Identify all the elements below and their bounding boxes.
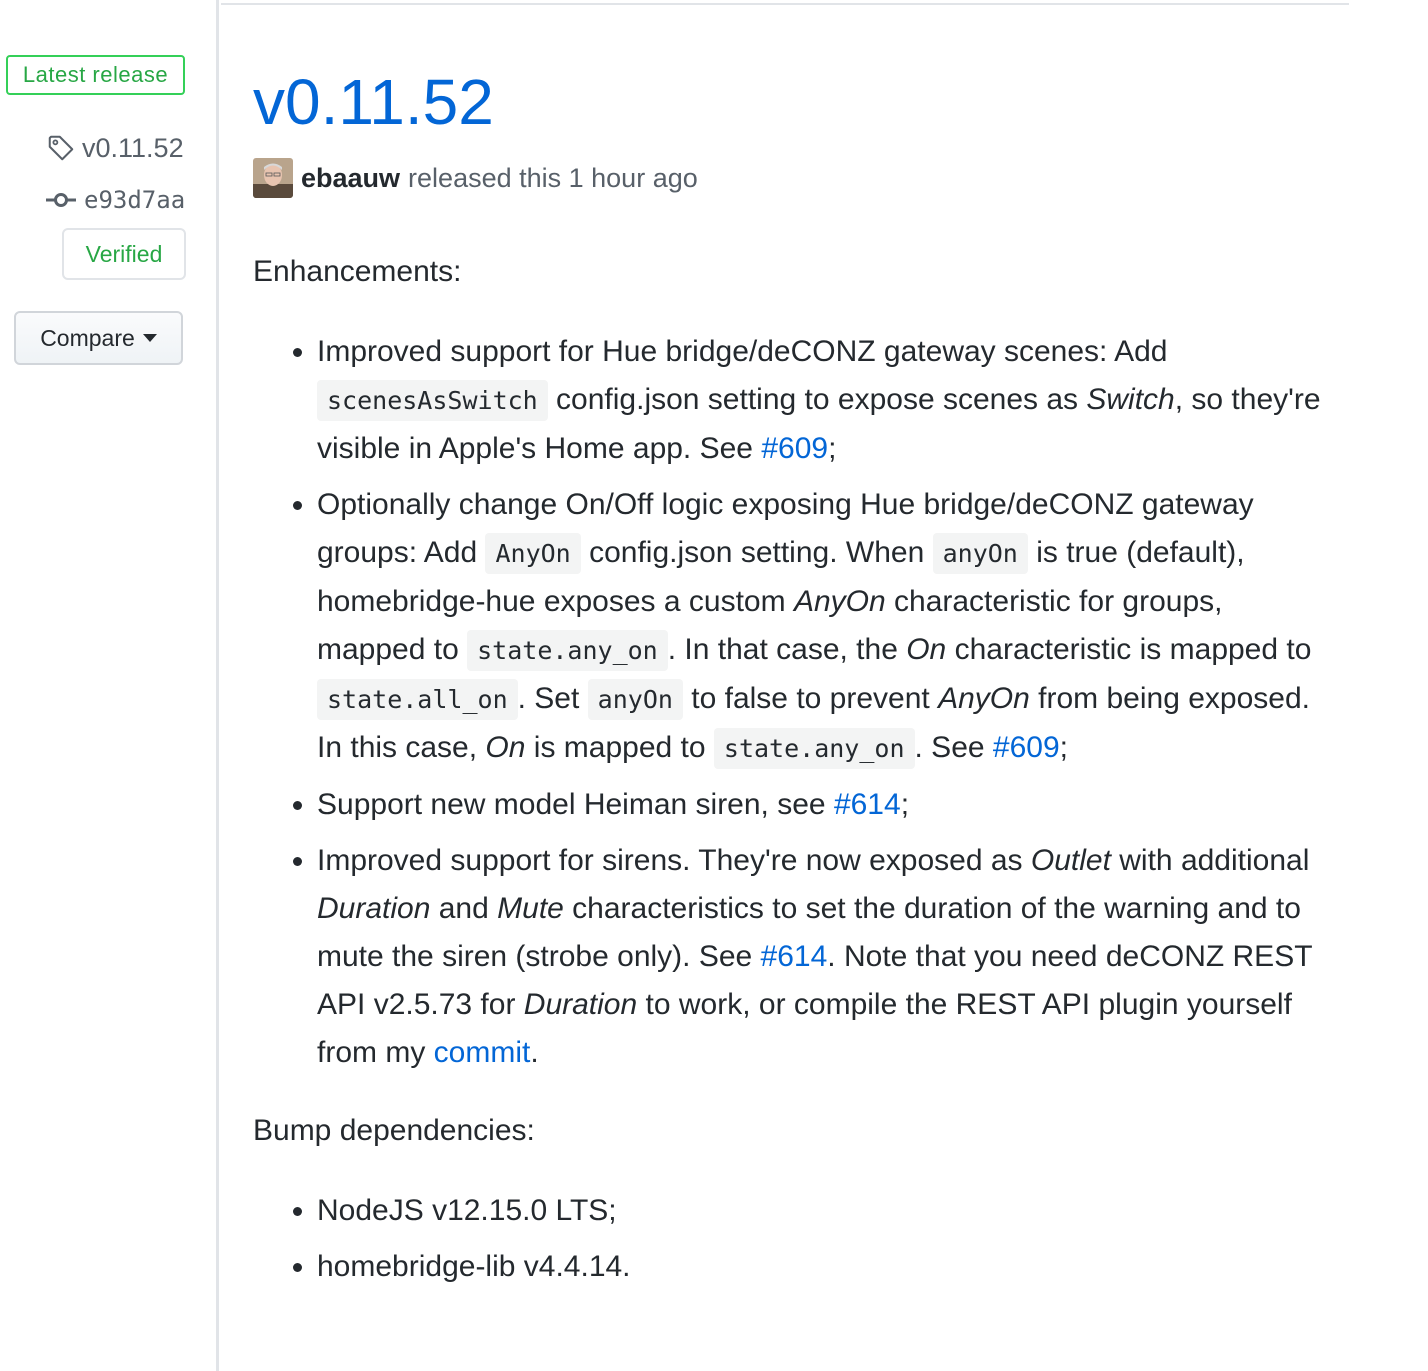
list-item: homebridge-lib v4.4.14. bbox=[317, 1243, 1333, 1291]
release-title[interactable]: v0.11.52 bbox=[253, 64, 494, 140]
dependencies-list: NodeJS v12.15.0 LTS; homebridge-lib v4.4… bbox=[253, 1187, 1333, 1291]
dependencies-heading: Bump dependencies: bbox=[253, 1114, 535, 1147]
code-snippet: state.all_on bbox=[317, 679, 518, 720]
text: ; bbox=[828, 432, 837, 465]
release-notes: Enhancements: Improved support for Hue b… bbox=[253, 248, 1333, 1299]
avatar[interactable] bbox=[253, 158, 293, 198]
author-link[interactable]: ebaauw bbox=[301, 163, 400, 194]
emphasis: On bbox=[906, 633, 947, 666]
verified-badge[interactable]: Verified bbox=[62, 228, 186, 280]
enhancements-heading: Enhancements: bbox=[253, 255, 462, 288]
enhancements-list: Improved support for Hue bridge/deCONZ g… bbox=[253, 328, 1333, 1077]
git-commit-icon bbox=[46, 193, 76, 207]
text: and bbox=[430, 892, 498, 925]
code-snippet: scenesAsSwitch bbox=[317, 380, 548, 421]
compare-button[interactable]: Compare bbox=[14, 311, 183, 365]
emphasis: Switch bbox=[1086, 383, 1175, 416]
code-snippet: anyOn bbox=[587, 679, 683, 720]
text: . Set bbox=[517, 682, 588, 715]
text: ; bbox=[900, 788, 910, 821]
text: config.json setting to expose scenes as bbox=[547, 383, 1087, 416]
emphasis: On bbox=[485, 731, 526, 764]
list-item: Support new model Heiman siren, see #614… bbox=[317, 781, 1333, 829]
text: to false to prevent bbox=[682, 682, 939, 715]
text: is mapped to bbox=[525, 731, 714, 764]
text: ; bbox=[1059, 731, 1068, 764]
commit-reference-link[interactable]: commit bbox=[434, 1036, 531, 1069]
issue-link-609[interactable]: #609 bbox=[993, 731, 1060, 764]
text: Support new model Heiman siren, see bbox=[317, 788, 834, 821]
tag-link[interactable]: v0.11.52 bbox=[46, 130, 184, 166]
tag-icon bbox=[48, 135, 74, 161]
issue-link-609[interactable]: #609 bbox=[761, 432, 828, 465]
release-byline: ebaauw released this 1 hour ago bbox=[253, 157, 698, 199]
caret-down-icon bbox=[142, 334, 157, 342]
timeline-divider bbox=[216, 0, 219, 1371]
commit-sha: e93d7aa bbox=[84, 186, 186, 214]
text: . See bbox=[914, 731, 993, 764]
text: with additional bbox=[1110, 844, 1310, 877]
emphasis: Outlet bbox=[1030, 844, 1111, 877]
emphasis: AnyOn bbox=[793, 585, 886, 618]
code-snippet: state.any_on bbox=[467, 630, 668, 671]
emphasis: AnyOn bbox=[938, 682, 1030, 715]
code-snippet: anyOn bbox=[932, 533, 1028, 574]
list-item: Improved support for Hue bridge/deCONZ g… bbox=[317, 328, 1333, 473]
latest-release-badge: Latest release bbox=[6, 55, 185, 95]
released-text: released this 1 hour ago bbox=[408, 162, 698, 193]
text: . bbox=[530, 1036, 539, 1069]
text: Improved support for Hue bridge/deCONZ g… bbox=[317, 335, 1168, 368]
compare-label: Compare bbox=[40, 324, 135, 351]
top-divider bbox=[221, 3, 1349, 5]
emphasis: Mute bbox=[497, 892, 564, 925]
text: . In that case, the bbox=[667, 633, 907, 666]
list-item: Improved support for sirens. They're now… bbox=[317, 837, 1333, 1077]
text: characteristic is mapped to bbox=[946, 633, 1312, 666]
emphasis: Duration bbox=[317, 892, 431, 925]
text: config.json setting. When bbox=[580, 536, 933, 569]
text: Improved support for sirens. They're now… bbox=[317, 844, 1031, 877]
list-item: Optionally change On/Off logic exposing … bbox=[317, 481, 1333, 773]
list-item: NodeJS v12.15.0 LTS; bbox=[317, 1187, 1333, 1235]
code-snippet: AnyOn bbox=[485, 533, 581, 574]
issue-link-614[interactable]: #614 bbox=[834, 788, 901, 821]
commit-link[interactable]: e93d7aa bbox=[46, 182, 185, 218]
emphasis: Duration bbox=[523, 988, 638, 1021]
code-snippet: state.any_on bbox=[713, 728, 915, 769]
tag-label: v0.11.52 bbox=[82, 132, 184, 163]
issue-link-614[interactable]: #614 bbox=[761, 940, 828, 973]
